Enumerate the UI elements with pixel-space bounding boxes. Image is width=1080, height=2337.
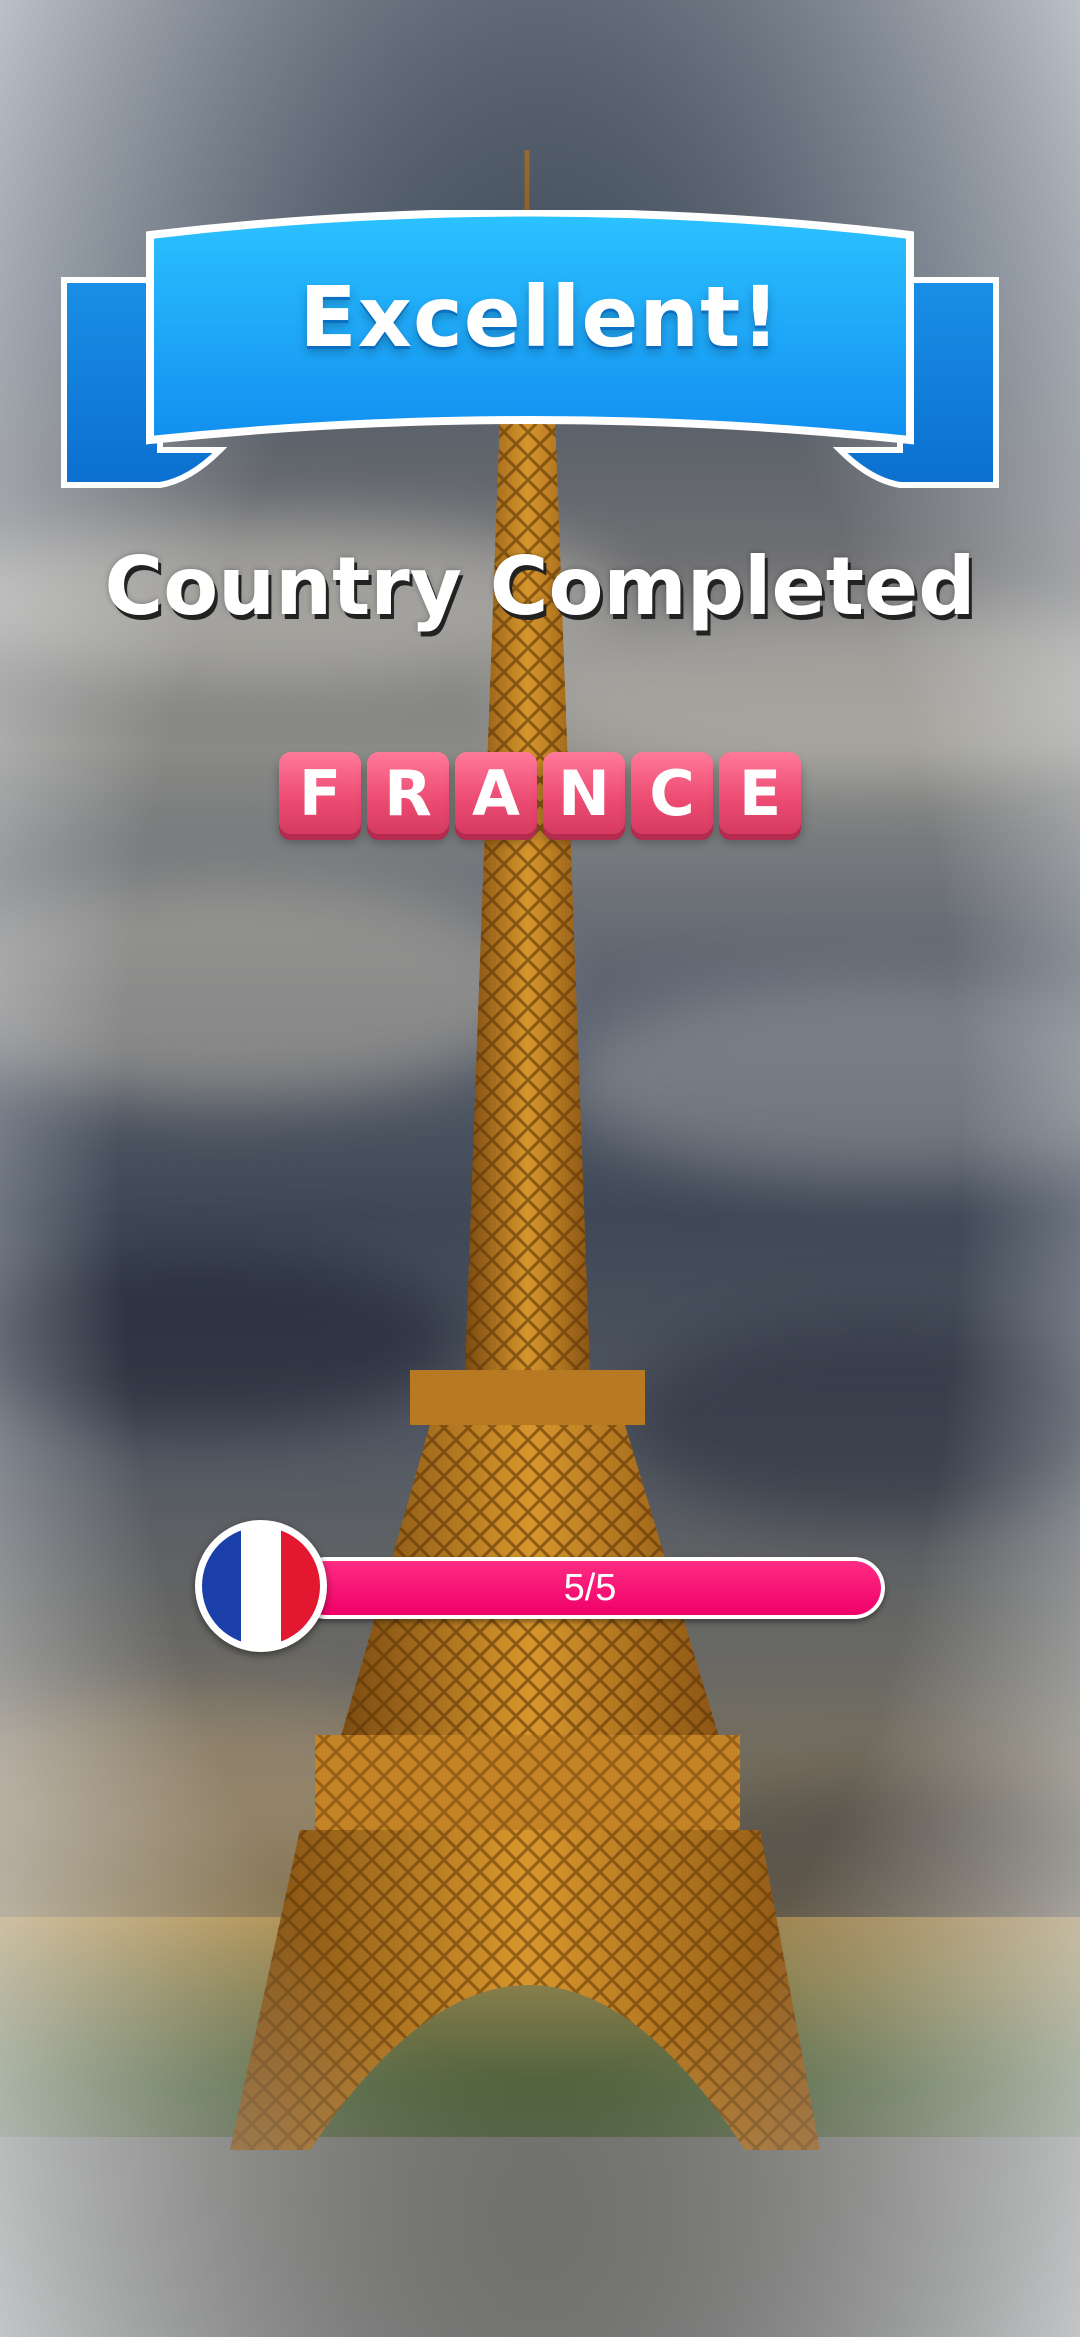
country-name-tiles: F R A N C E — [0, 752, 1080, 834]
letter-tile: E — [719, 752, 801, 834]
country-progress: 5/5 — [195, 1520, 895, 1660]
letter-tile: F — [279, 752, 361, 834]
letter-tile: C — [631, 752, 713, 834]
country-completed-heading: Country Completed — [104, 540, 976, 633]
banner-title: Excellent! — [299, 268, 781, 366]
progress-label: 5/5 — [563, 1566, 617, 1609]
letter-tile: R — [367, 752, 449, 834]
progress-bar: 5/5 — [295, 1557, 885, 1619]
letter-tile: A — [455, 752, 537, 834]
france-flag-icon — [195, 1520, 327, 1652]
letter-tile: N — [543, 752, 625, 834]
